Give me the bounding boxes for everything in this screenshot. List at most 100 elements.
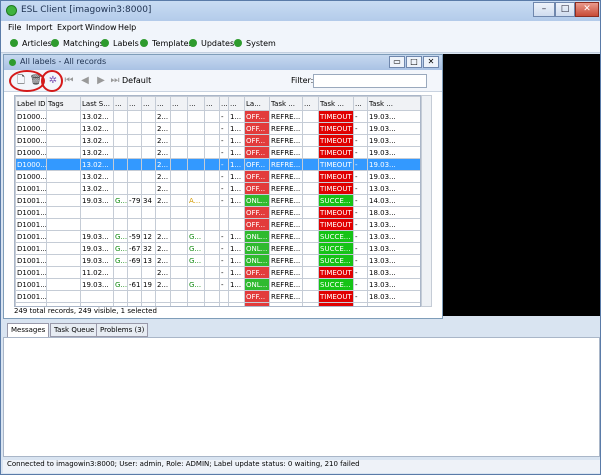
- table-cell: [302, 242, 319, 255]
- column-header[interactable]: ...: [187, 96, 205, 111]
- table-row[interactable]: D1000... 13.02... 2... -1... OFF... REFRE... T…: [15, 170, 420, 183]
- table-scrollbar[interactable]: [421, 95, 432, 307]
- table-cell: [219, 290, 229, 303]
- column-header[interactable]: Tags: [46, 96, 81, 111]
- panel-maximize-button[interactable]: □: [406, 56, 422, 68]
- menu-import[interactable]: Import: [26, 23, 53, 32]
- table-cell: [113, 218, 128, 231]
- table-cell: REFRE...: [269, 218, 303, 231]
- table-row[interactable]: D1001... 11.02... 2... -1... OFF... REFRE... T…: [15, 266, 420, 279]
- black-background-area: [443, 54, 600, 316]
- table-row[interactable]: D1001... 19.03... G... -61 19 2... G... -1... ON…: [15, 278, 420, 291]
- table-cell: -67: [127, 242, 142, 255]
- table-row[interactable]: D1001... 19.03... G... -79 34 2... A... -1... ON…: [15, 194, 420, 207]
- nav-updates[interactable]: Updates: [189, 39, 234, 48]
- column-header[interactable]: ...: [353, 96, 368, 111]
- maximize-button[interactable]: □: [555, 2, 575, 17]
- column-header[interactable]: Label ID: [15, 96, 47, 111]
- table-cell: [302, 134, 319, 147]
- table-cell: [46, 242, 81, 255]
- menu-export[interactable]: Export: [57, 23, 83, 32]
- panel-close-button[interactable]: ✕: [423, 56, 439, 68]
- table-cell: OFF...: [244, 290, 270, 303]
- table-cell: -: [219, 242, 229, 255]
- table-cell: REFRE...: [269, 170, 303, 183]
- column-header[interactable]: Last S...: [80, 96, 114, 111]
- nav-labels[interactable]: Labels: [101, 39, 139, 48]
- table-cell: -: [353, 110, 368, 123]
- table-cell: [204, 170, 220, 183]
- column-header[interactable]: ...: [127, 96, 142, 111]
- table-cell: [170, 254, 188, 267]
- tab-task-queue[interactable]: Task Queue: [50, 323, 99, 337]
- nav-system[interactable]: System: [234, 39, 276, 48]
- table-row[interactable]: D1001... OFF...REFRE... TIMEOUT-18.03...: [15, 290, 420, 303]
- table-row[interactable]: D1001... OFF...REFRE... TIMEOUT-18.03...: [15, 206, 420, 219]
- table-row[interactable]: D1000... 13.02... 2... -1... OFF... REFRE... T…: [15, 110, 420, 123]
- table-cell: 19.03...: [367, 170, 420, 183]
- table-row[interactable]: D1001... 19.03... G... -67 32 2... G... -1... ON…: [15, 242, 420, 255]
- menu-window[interactable]: Window: [85, 23, 117, 32]
- table-cell: SUCCE...: [318, 278, 354, 291]
- column-header[interactable]: Task ...: [367, 96, 420, 111]
- table-cell: ONL...: [244, 242, 270, 255]
- table-cell: 19.03...: [80, 230, 114, 243]
- table-row[interactable]: D1001... 19.03... G... -69 13 2... G... -1... ON…: [15, 254, 420, 267]
- table-cell: -: [353, 290, 368, 303]
- table-cell: -69: [127, 254, 142, 267]
- panel-restore-button[interactable]: ▭: [389, 56, 405, 68]
- status-dot-icon: [101, 39, 109, 47]
- table-cell: 1...: [228, 182, 245, 195]
- column-header[interactable]: ...: [170, 96, 188, 111]
- menu-file[interactable]: File: [8, 23, 21, 32]
- table-cell: [204, 302, 220, 306]
- table-cell: [187, 122, 205, 135]
- next-record-icon[interactable]: ▶: [94, 74, 108, 88]
- table-cell: SUCCE...: [318, 194, 354, 207]
- filter-input[interactable]: [313, 74, 427, 88]
- table-cell: D1000...: [15, 122, 47, 135]
- tab-messages[interactable]: Messages: [7, 323, 50, 337]
- table-row[interactable]: D1000... 13.02... 2... -1... OFF... REFRE... T…: [15, 122, 420, 135]
- previous-record-icon[interactable]: ◀: [78, 74, 92, 88]
- table-cell: 1...: [228, 194, 245, 207]
- column-header[interactable]: ...: [113, 96, 128, 111]
- table-row[interactable]: D1000... 13.02... 2... -1... OFF... REFRE... T…: [15, 146, 420, 159]
- minimize-button[interactable]: –: [533, 2, 555, 17]
- column-header[interactable]: ...: [141, 96, 156, 111]
- column-header[interactable]: ...: [302, 96, 319, 111]
- table-cell: REFRE...: [269, 290, 303, 303]
- column-header[interactable]: Task ...: [269, 96, 303, 111]
- column-header[interactable]: La...: [244, 96, 270, 111]
- first-record-icon[interactable]: ⏮: [62, 74, 76, 88]
- close-button[interactable]: ✕: [575, 2, 599, 17]
- column-header[interactable]: ...: [204, 96, 220, 111]
- table-cell: -: [219, 230, 229, 243]
- table-row[interactable]: D1001... 19.03... G... -59 12 2... G... -1... ON…: [15, 230, 420, 243]
- column-header[interactable]: Task ...: [318, 96, 354, 111]
- table-cell: D1000...: [15, 170, 47, 183]
- table-row[interactable]: D1000... 13.02... 2... -1... OFF... REFRE... T…: [15, 158, 420, 171]
- table-cell: 2...: [155, 110, 171, 123]
- table-cell: -: [353, 122, 368, 135]
- view-default-label[interactable]: Default: [122, 76, 151, 85]
- table-row[interactable]: D1000... 13.02... 2... -1... OFF... REFRE... T…: [15, 134, 420, 147]
- table-row[interactable]: D1001... 13.02... 2... -1... OFF... REFRE... T…: [15, 182, 420, 195]
- column-header[interactable]: ...: [228, 96, 245, 111]
- table-cell: 1...: [228, 254, 245, 267]
- column-header[interactable]: ...: [155, 96, 171, 111]
- tab-problems[interactable]: Problems (3): [96, 323, 149, 337]
- table-cell: REFRE...: [269, 134, 303, 147]
- nav-articles[interactable]: Articles: [10, 39, 52, 48]
- menu-help[interactable]: Help: [118, 23, 136, 32]
- app-icon: [6, 5, 17, 16]
- table-row[interactable]: D1001... OFF... REFRE... TIMEOUT -13.03...: [15, 218, 420, 231]
- table-cell: REFRE...: [269, 206, 303, 219]
- column-header[interactable]: ...: [219, 96, 229, 111]
- last-record-icon[interactable]: ⏭: [108, 74, 122, 88]
- nav-templates[interactable]: Templates: [140, 39, 193, 48]
- table-cell: [204, 158, 220, 171]
- table-cell: [141, 122, 156, 135]
- nav-matchings[interactable]: Matchings: [51, 39, 104, 48]
- menu-bar: File Import Export Window Help: [1, 21, 600, 36]
